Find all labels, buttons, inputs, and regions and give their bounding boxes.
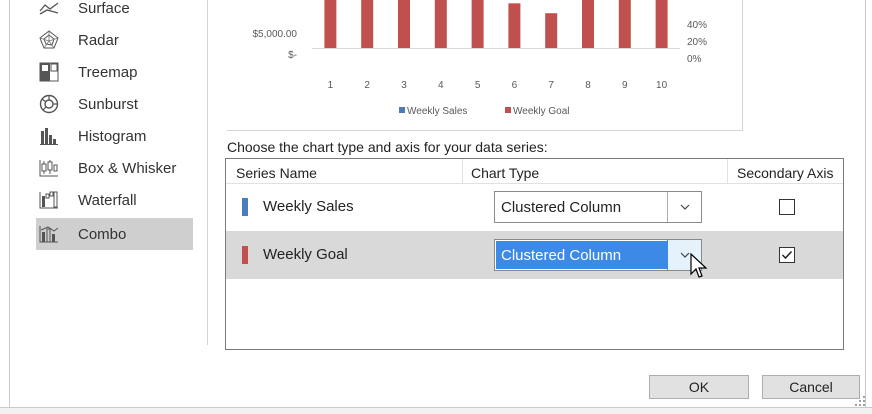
sidebar-item-sunburst[interactable]: Sunburst	[36, 88, 193, 120]
y-tick-label: $-	[288, 50, 297, 61]
header-series-name: Series Name	[236, 165, 317, 181]
mouse-cursor-icon	[690, 253, 708, 278]
waterfall-chart-icon	[38, 189, 60, 211]
sidebar-item-label: Treemap	[78, 63, 138, 81]
legend-swatch	[399, 107, 405, 113]
sidebar-item-label: Waterfall	[78, 191, 137, 209]
chart-bar-weekly-goal	[324, 0, 337, 48]
chart-bar-weekly-goal	[361, 0, 374, 48]
chart-bar-weekly-goal	[545, 13, 558, 48]
chart-bar-weekly-goal	[618, 0, 631, 48]
sidebar-item-combo[interactable]: Combo	[36, 218, 193, 250]
y2-tick-label: 20%	[687, 37, 707, 48]
chart-bar-weekly-goal	[434, 0, 447, 48]
chart-type-dropdown[interactable]: Clustered Column	[494, 191, 702, 223]
chart-type-sidebar: Surface Radar Treemap Sunburst Histogram…	[30, 0, 205, 345]
chevron-down-icon[interactable]	[667, 192, 701, 222]
chart-type-value: Clustered Column	[501, 247, 622, 264]
chart-bar-weekly-goal	[398, 0, 410, 48]
series-row-weekly-sales[interactable]: Weekly Sales Clustered Column	[226, 183, 843, 231]
treemap-chart-icon	[38, 61, 60, 83]
chart-preview: $5,000.00 $- 40% 20% 0% 1 2 3 4 5 6 7 8 9 10 Weekly Sal…	[227, 0, 743, 131]
sunburst-chart-icon	[38, 93, 60, 115]
y-tick-label: $5,000.00	[253, 29, 298, 40]
series-table: Series Name Chart Type Secondary Axis We…	[225, 158, 844, 350]
sidebar-item-label: Combo	[78, 225, 127, 243]
sidebar-item-surface[interactable]: Surface	[36, 0, 193, 24]
secondary-axis-checkbox[interactable]	[779, 247, 795, 263]
sidebar-item-radar[interactable]: Radar	[36, 24, 193, 56]
histogram-chart-icon	[38, 125, 60, 147]
secondary-axis-checkbox[interactable]	[779, 199, 795, 215]
sidebar-divider	[207, 0, 208, 345]
header-divider	[462, 159, 463, 183]
y2-tick-label: 0%	[687, 54, 702, 65]
chart-bar-weekly-goal	[471, 0, 484, 48]
dialog-left-border	[0, 0, 10, 413]
x-tick-label: 9	[622, 80, 628, 91]
sidebar-item-label: Box & Whisker	[78, 159, 177, 177]
legend-label: Weekly Goal	[513, 106, 570, 117]
x-tick-label: 6	[512, 80, 518, 91]
chart-svg: $5,000.00 $- 40% 20% 0% 1 2 3 4 5 6 7 8 9 10 Weekly Sal…	[253, 0, 707, 117]
x-tick-label: 10	[656, 80, 668, 91]
series-prompt: Choose the chart type and axis for your …	[227, 139, 548, 155]
sidebar-item-label: Radar	[78, 31, 119, 49]
radar-chart-icon	[38, 29, 60, 51]
x-tick-label: 3	[401, 80, 407, 91]
header-chart-type: Chart Type	[471, 165, 540, 181]
chart-type-dropdown[interactable]: Clustered Column	[494, 239, 702, 271]
sidebar-item-label: Histogram	[78, 127, 147, 145]
checkmark-icon	[781, 250, 793, 260]
dialog-right-border	[865, 0, 872, 413]
combo-chart-icon	[38, 223, 60, 245]
header-secondary-axis: Secondary Axis	[737, 165, 834, 181]
x-tick-label: 2	[364, 80, 370, 91]
box-whisker-chart-icon	[38, 157, 60, 179]
sidebar-item-treemap[interactable]: Treemap	[36, 56, 193, 88]
legend-label: Weekly Sales	[407, 106, 467, 117]
sidebar-item-label: Sunburst	[78, 95, 139, 113]
x-tick-label: 8	[585, 80, 591, 91]
legend-swatch	[505, 107, 511, 113]
sidebar-item-box-whisker[interactable]: Box & Whisker	[36, 152, 193, 184]
sidebar-item-waterfall[interactable]: Waterfall	[36, 184, 193, 216]
series-color-swatch	[242, 246, 248, 264]
series-name: Weekly Sales	[263, 198, 354, 215]
series-name: Weekly Goal	[263, 246, 348, 263]
cancel-button[interactable]: Cancel	[762, 375, 860, 399]
y2-tick-label: 40%	[687, 20, 707, 31]
x-tick-label: 4	[438, 80, 444, 91]
x-tick-label: 1	[328, 80, 334, 91]
x-tick-label: 5	[475, 80, 481, 91]
chart-type-value: Clustered Column	[501, 199, 622, 216]
resize-grip-icon[interactable]	[855, 396, 865, 406]
surface-chart-icon	[38, 0, 60, 19]
header-divider	[727, 159, 728, 183]
series-row-weekly-goal[interactable]: Weekly Goal Clustered Column	[226, 231, 843, 279]
sidebar-item-label: Surface	[78, 0, 130, 17]
chart-bar-weekly-goal	[508, 3, 521, 48]
x-tick-label: 7	[548, 80, 554, 91]
ok-button[interactable]: OK	[649, 375, 749, 399]
chart-bar-weekly-goal	[582, 0, 594, 48]
chart-bar-weekly-goal	[655, 0, 668, 48]
sidebar-item-histogram[interactable]: Histogram	[36, 120, 193, 152]
series-color-swatch	[242, 198, 248, 216]
